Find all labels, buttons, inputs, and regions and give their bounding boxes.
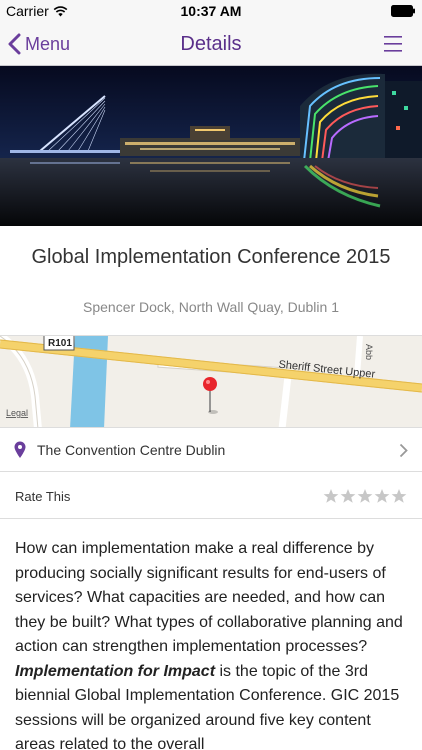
description-emphasis: Implementation for Impact (15, 662, 216, 680)
clock: 10:37 AM (180, 3, 242, 19)
battery-icon (391, 5, 415, 17)
event-title: Global Implementation Conference 2015 (31, 246, 391, 268)
event-address: Spencer Dock, North Wall Quay, Dublin 1 (83, 299, 339, 315)
status-bar: Carrier 10:37 AM (0, 0, 422, 22)
map-street-label-abbey: Abb (364, 344, 374, 360)
chevron-right-icon (399, 443, 408, 458)
star-icon[interactable] (391, 488, 407, 504)
star-icon[interactable] (323, 488, 339, 504)
hamburger-menu-icon[interactable] (382, 34, 404, 54)
event-banner-image (0, 66, 422, 226)
description-text-part1: How can implementation make a real diffe… (15, 540, 403, 655)
map-road-label-r101: R101 (48, 338, 72, 349)
star-rating[interactable] (323, 488, 407, 504)
star-icon[interactable] (340, 488, 356, 504)
details-screen: Carrier 10:37 AM Menu Details Global Imp… (0, 0, 422, 750)
page-title: Details (180, 33, 242, 55)
location-pin-icon (14, 441, 26, 458)
event-description: How can implementation make a real diffe… (15, 537, 410, 750)
map-pin-icon[interactable] (202, 376, 222, 416)
venue-name: The Convention Centre Dublin (37, 442, 226, 458)
venue-row[interactable]: The Convention Centre Dublin (0, 429, 422, 472)
rating-row: Rate This (0, 472, 422, 519)
navigation-bar: Menu Details (0, 22, 422, 66)
star-icon[interactable] (357, 488, 373, 504)
rate-this-label: Rate This (15, 489, 71, 504)
map-legal-link: Legal (6, 408, 28, 418)
location-map[interactable]: R101 Sheriff Street Upper Abb Legal (0, 335, 422, 428)
star-icon[interactable] (374, 488, 390, 504)
